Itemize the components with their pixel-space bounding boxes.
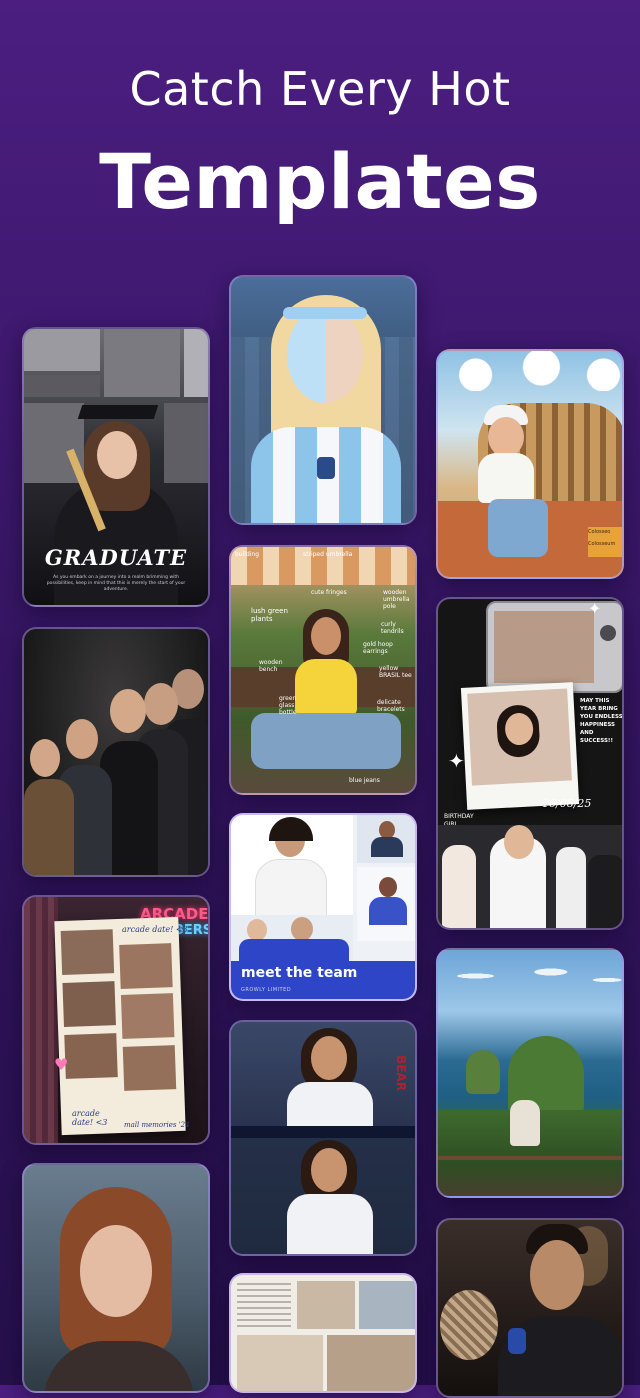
heart-icon: ♥ [54, 1055, 69, 1074]
graduate-face [97, 431, 137, 479]
template-card-team[interactable]: meet the team GROWLY LIMITED [229, 813, 417, 1001]
fan-face [311, 1036, 347, 1080]
person-body [24, 779, 74, 875]
man-face [530, 1240, 584, 1310]
jersey [287, 1194, 373, 1254]
note-3: cute fringes [311, 589, 347, 596]
note-12: blue jeans [349, 777, 380, 784]
graduate-caption: As you embark on a journey into a realm … [46, 575, 186, 592]
birthday-message: MAY THIS YEAR BRING YOU ENDLESS HAPPINES… [580, 698, 623, 744]
fan-face [287, 307, 363, 403]
headline-line-1: Catch Every Hot [129, 62, 511, 116]
score-bar [231, 1126, 415, 1138]
template-card-man[interactable] [436, 1218, 624, 1398]
camera [486, 601, 622, 693]
curtain [24, 897, 58, 1143]
jersey [287, 1082, 373, 1126]
colosseum-sign-1: Colosseo [588, 529, 611, 535]
railing [438, 1156, 622, 1160]
small-figure [508, 1328, 526, 1354]
polaroid [460, 682, 580, 810]
note-9: wooden bench [259, 659, 283, 673]
note-8: yellow BRASIL tee [379, 665, 412, 679]
template-card-portrait[interactable] [22, 1163, 210, 1393]
collage-photo [104, 329, 180, 397]
jersey-badge [317, 457, 335, 479]
clouds [438, 351, 622, 391]
clouds [438, 956, 622, 996]
template-card-editorial[interactable] [229, 1273, 417, 1393]
editorial-photo [327, 1335, 415, 1391]
collage-photo [184, 329, 208, 397]
team-photo-2 [357, 815, 415, 863]
headband [283, 307, 367, 319]
template-card-birthday[interactable]: ✦ ✦ MAY THIS YEAR BRING YOU ENDLESS HAPP… [436, 597, 624, 930]
strip-note-2: arcade date! <3 [72, 1109, 108, 1127]
note-6: curly tendrils [381, 621, 404, 635]
boy-legs [488, 499, 548, 557]
person-face [311, 617, 341, 655]
graduation-cap [77, 405, 159, 419]
strip-note-1: arcade date! <3 [122, 925, 188, 934]
template-card-annotated[interactable]: building striped umbrella cute fringes w… [229, 545, 417, 795]
team-title: meet the team [241, 965, 358, 981]
note-4: wooden umbrella pole [383, 589, 410, 610]
note-1: building [235, 551, 260, 558]
collage-photo [24, 375, 100, 397]
person-head [66, 719, 98, 759]
note-2: striped umbrella [303, 551, 353, 558]
birthday-date: 16/08/25 [542, 797, 592, 810]
collage-photo [24, 329, 100, 371]
cliff-small [466, 1050, 500, 1094]
person-head [144, 683, 178, 725]
team-photo-4 [231, 915, 353, 961]
template-card-graduate[interactable]: GRADUATE As you embark on a journey into… [22, 327, 210, 607]
editorial-photo [297, 1281, 355, 1329]
note-7: gold hoop earrings [363, 641, 393, 655]
note-5: lush green plants [251, 607, 288, 623]
portrait-shoulders [44, 1341, 194, 1391]
helmet [440, 1290, 498, 1360]
jeans [251, 713, 401, 769]
person-head [110, 689, 146, 733]
headline-line-2: Templates [99, 137, 541, 226]
person-head [30, 739, 60, 777]
team-photo-1 [231, 815, 353, 917]
strip-note-3: mall memories '24 [124, 1121, 190, 1129]
colosseum-sign-2: Colosseum [588, 541, 616, 547]
boy-shirt [478, 453, 534, 503]
template-card-family[interactable] [22, 627, 210, 877]
star-icon: ✦ [588, 599, 602, 618]
team-subtitle: GROWLY LIMITED [241, 987, 292, 993]
collage-photo [164, 403, 208, 483]
note-11: delicate bracelets [377, 699, 405, 713]
editorial-photo [359, 1281, 415, 1329]
group-photo [438, 825, 622, 928]
template-card-colosseum[interactable]: Colosseo Colosseum [436, 349, 624, 579]
editorial-photo [237, 1335, 323, 1391]
star-icon: ✦ [448, 749, 465, 773]
team-photo-3 [357, 867, 415, 941]
template-card-baseball[interactable]: BEAR [229, 1020, 417, 1256]
template-card-beach[interactable] [436, 948, 624, 1198]
portrait-face [80, 1225, 152, 1317]
fan-face [311, 1148, 347, 1192]
boy-face [488, 417, 524, 457]
template-card-photobooth[interactable]: ARCADE BERS arcade date! <3 arcade date!… [22, 895, 210, 1145]
jersey-text: BEAR [393, 1055, 408, 1091]
editorial-text-block [237, 1283, 291, 1327]
photo-strip [54, 916, 186, 1136]
template-card-fan[interactable] [229, 275, 417, 525]
note-10: green glass bottle [279, 695, 297, 716]
graduate-title: GRADUATE [44, 545, 188, 570]
person [510, 1100, 540, 1146]
